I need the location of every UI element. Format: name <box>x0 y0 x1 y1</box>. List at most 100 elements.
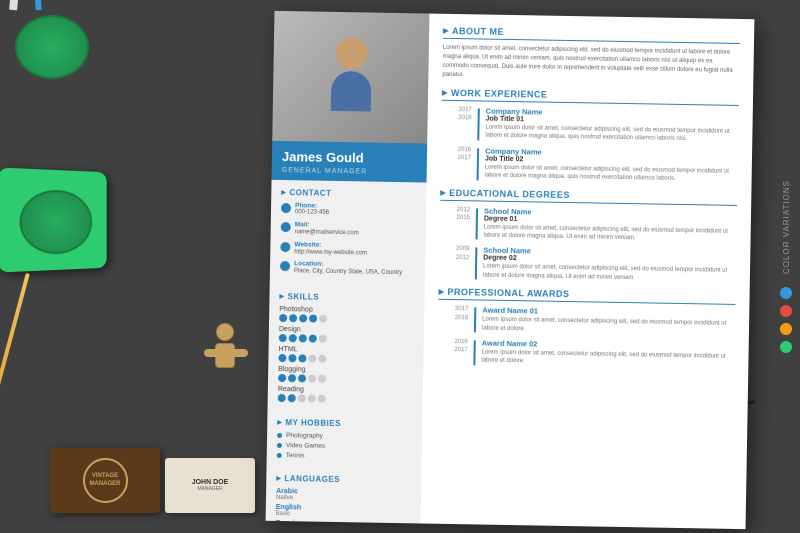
education-section: EDUCATIONAL DEGREES 2012 2015 School Nam… <box>439 187 738 284</box>
dot <box>299 314 307 322</box>
skill-dots <box>279 334 414 344</box>
education-title: EDUCATIONAL DEGREES <box>440 187 737 205</box>
dot <box>298 374 306 382</box>
dot <box>289 334 297 342</box>
lang-level: Native <box>276 495 411 503</box>
skill-photoshop: Photoshop <box>279 306 414 324</box>
dot <box>318 375 326 383</box>
award-year: 2016 2017 <box>437 338 467 365</box>
about-section: ABOUT ME Lorem ipsum dolor sit amet, con… <box>442 26 740 85</box>
color-variations: COLOR VARIATIONS <box>780 180 792 354</box>
work-content: Company Name Job Title 02 Lorem ipsum do… <box>485 146 739 184</box>
contact-website: Website: http://www.my-website.com <box>280 241 415 259</box>
resume-sidebar: James Gould GENERAL MANAGER CONTACT Phon… <box>266 11 430 524</box>
photo-placeholder <box>272 11 429 144</box>
award-content: Award Name 01 Lorem ipsum dolor sit amet… <box>482 306 735 337</box>
dot <box>288 374 296 382</box>
hobby-text: Photography <box>286 432 323 440</box>
dot <box>318 395 326 403</box>
dot <box>309 314 317 322</box>
location-icon <box>280 261 290 271</box>
dot <box>298 394 306 402</box>
mail-icon <box>281 222 291 232</box>
work-entry-2: 2016 2017 Company Name Job Title 02 Lore… <box>441 146 739 185</box>
degree-desc: Lorem ipsum dolor sit amet, consectetur … <box>484 223 737 244</box>
color-dot-blue[interactable] <box>780 287 792 299</box>
speaker-bottom-left <box>0 167 107 272</box>
languages-section: LANGUAGES Arabic Native English Basic Ru… <box>266 466 422 529</box>
hobby-photography: Photography <box>277 432 412 441</box>
edu-year: 2009 2012 <box>439 245 470 279</box>
phone-icon <box>281 203 291 213</box>
about-text: Lorem ipsum dolor sit amet, consectetur … <box>442 44 740 85</box>
resume-main: ABOUT ME Lorem ipsum dolor sit amet, con… <box>421 14 755 530</box>
dot <box>319 335 327 343</box>
hobby-dot <box>277 433 282 438</box>
website-icon <box>280 242 290 252</box>
dot <box>289 314 297 322</box>
skill-dots <box>278 354 413 364</box>
award-content: Award Name 02 Lorem ipsum dolor sit amet… <box>481 338 734 369</box>
name-banner: James Gould GENERAL MANAGER <box>272 141 428 182</box>
person-head <box>335 37 368 70</box>
dot <box>279 334 287 342</box>
entry-line <box>477 148 480 180</box>
dot <box>298 354 306 362</box>
work-content: Company Name Job Title 01 Lorem ipsum do… <box>485 107 739 145</box>
skill-dots <box>278 374 413 384</box>
hobby-dot <box>277 443 282 448</box>
skill-blogging: Blogging <box>278 366 413 384</box>
dot <box>288 354 296 362</box>
skill-dots <box>279 314 414 324</box>
dot <box>278 374 286 382</box>
skill-html: HTML <box>278 346 413 364</box>
entry-line <box>474 308 476 333</box>
wooden-figure <box>205 323 245 383</box>
color-dot-orange[interactable] <box>780 323 792 335</box>
hobby-videogames: Video Games <box>277 442 412 451</box>
hobbies-title: MY HOBBIES <box>277 418 412 429</box>
award-entry-1: 2017 2018 Award Name 01 Lorem ipsum dolo… <box>438 305 735 337</box>
lang-level: Basic <box>276 511 411 519</box>
entry-line <box>473 340 475 365</box>
dot <box>308 394 316 402</box>
contact-mail: Mail: name@mailservice.com <box>281 221 416 239</box>
edu-content: School Name Degree 02 Lorem ipsum dolor … <box>483 246 737 284</box>
resume-name: James Gould <box>282 149 417 167</box>
entry-line <box>475 248 478 280</box>
dot <box>319 315 327 323</box>
lang-arabic: Arabic Native <box>276 488 411 503</box>
lang-english: English Basic <box>276 504 411 519</box>
edu-entry-2: 2009 2012 School Name Degree 02 Lorem ip… <box>439 245 737 284</box>
color-dot-red[interactable] <box>780 305 792 317</box>
award-desc: Lorem ipsum dolor sit amet, consectetur … <box>482 316 735 337</box>
dot <box>308 374 316 382</box>
job-desc: Lorem ipsum dolor sit amet, consectetur … <box>485 163 738 184</box>
person-silhouette <box>320 37 381 118</box>
contact-phone: Phone: 000-123-456 <box>281 202 416 220</box>
edu-entry-1: 2012 2015 School Name Degree 01 Lorem ip… <box>440 205 738 244</box>
award-year: 2017 2018 <box>438 305 468 332</box>
languages-title: LANGUAGES <box>276 474 411 485</box>
resume-paper: James Gould GENERAL MANAGER CONTACT Phon… <box>266 11 755 529</box>
dot <box>318 355 326 363</box>
skill-design: Design <box>279 326 414 344</box>
award-entry-2: 2016 2017 Award Name 02 Lorem ipsum dolo… <box>437 338 734 370</box>
awards-section: PROFESSIONAL AWARDS 2017 2018 Award Name… <box>437 287 735 370</box>
color-variations-label: COLOR VARIATIONS <box>782 180 791 274</box>
dot <box>308 354 316 362</box>
dot <box>288 394 296 402</box>
website-value: http://www.my-website.com <box>294 249 367 258</box>
mail-value: name@mailservice.com <box>295 229 359 238</box>
skill-dots <box>278 394 413 404</box>
vintage-circle: VINTAGEMANAGER <box>83 458 128 503</box>
person-body <box>330 71 371 112</box>
resume-job-title: GENERAL MANAGER <box>282 167 417 176</box>
color-dot-green[interactable] <box>780 341 792 353</box>
dot <box>309 334 317 342</box>
degree-desc: Lorem ipsum dolor sit amet, consectetur … <box>483 263 736 284</box>
edu-content: School Name Degree 01 Lorem ipsum dolor … <box>484 206 738 244</box>
dot <box>278 394 286 402</box>
dot <box>299 334 307 342</box>
john-doe-card: JOHN DOE MANAGER <box>165 458 255 513</box>
